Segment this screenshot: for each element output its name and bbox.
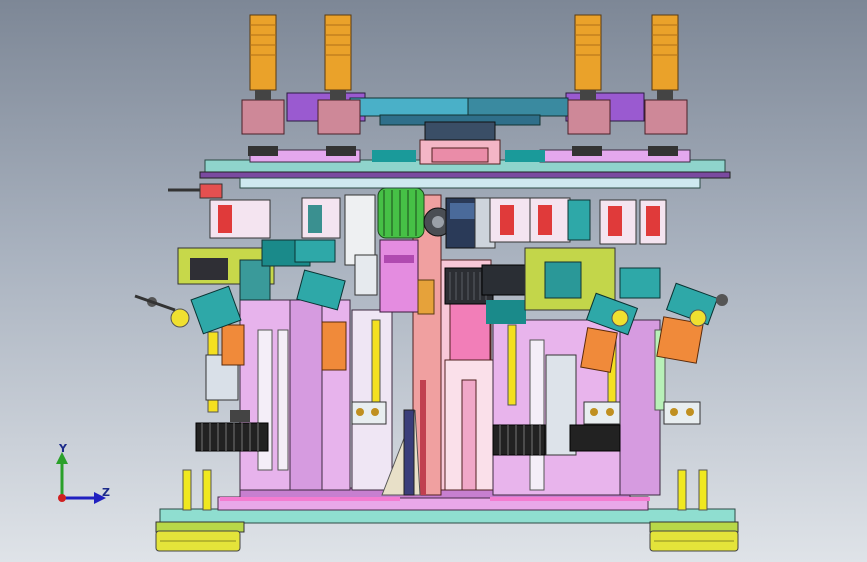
- z-axis-label: Z: [102, 486, 110, 499]
- motor-2: [317, 14, 361, 135]
- cad-viewport[interactable]: Y Z: [0, 0, 867, 562]
- motor-3: [567, 14, 611, 135]
- y-axis-label: Y: [59, 442, 67, 455]
- motor-1: [241, 14, 285, 135]
- coordinate-triad-icon: [56, 452, 106, 504]
- left-probe: [168, 183, 223, 199]
- motor-4: [644, 14, 688, 135]
- assembly-model[interactable]: [0, 0, 867, 562]
